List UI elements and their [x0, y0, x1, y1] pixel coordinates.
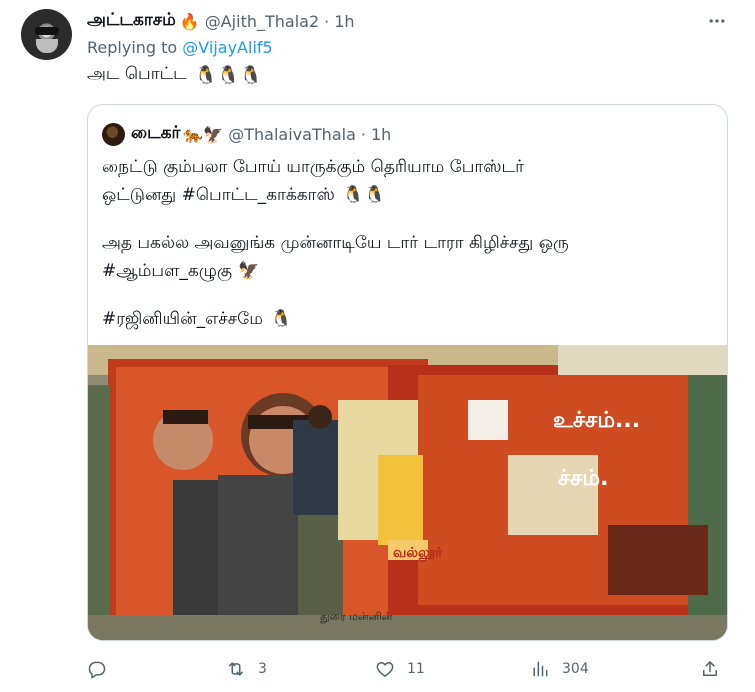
quoted-handle: @ThalaivaThala: [228, 124, 356, 144]
more-options-button[interactable]: [704, 10, 730, 32]
quoted-display-name: டைகர்: [131, 123, 181, 143]
author-handle[interactable]: @Ajith_Thala2: [205, 12, 319, 31]
tweet-actions: 3 11 304: [0, 650, 755, 686]
eagle-emoji: 🦅: [237, 261, 260, 281]
quoted-tweet[interactable]: டைகர் 🐅🦅 @ThalaivaThala · 1h நைட்டு கும்…: [87, 104, 728, 641]
poster-text-4: துரை மன்னின்: [320, 610, 393, 623]
retweet-count: 3: [258, 661, 267, 677]
tweet-text: அட பொட்ட 🐧🐧🐧: [87, 64, 262, 86]
tiger-eagle-emojis: 🐅🦅: [183, 124, 224, 144]
quoted-line: ஒட்டுனது #பொட்ட_காக்காஸ் 🐧🐧: [102, 181, 712, 209]
poster-text-2: ச்சம்.: [558, 466, 608, 491]
tweet-header: அட்டகாசம் 🔥 @Ajith_Thala2 · 1h: [87, 9, 355, 33]
quoted-line: அத பகல்ல அவனுங்க முன்னாடியே டார் டாரா கி…: [102, 229, 712, 257]
tweet-text-content: அட பொட்ட: [87, 64, 187, 84]
separator-dot: ·: [360, 124, 366, 144]
quoted-line-5: #ரஜினியின்_எச்சமே: [102, 309, 263, 329]
quoted-avatar: [102, 122, 125, 146]
quoted-header: டைகர் 🐅🦅 @ThalaivaThala · 1h: [102, 122, 391, 146]
separator-dot: ·: [324, 11, 330, 31]
tweet-time[interactable]: 1h: [334, 12, 354, 31]
heart-icon: [376, 662, 394, 677]
tweet[interactable]: அட்டகாசம் 🔥 @Ajith_Thala2 · 1h Replying …: [0, 0, 755, 692]
penguin-emojis: 🐧🐧🐧: [194, 64, 262, 86]
author-avatar[interactable]: [21, 9, 72, 60]
retweet-button[interactable]: 3: [226, 657, 267, 681]
quoted-line-2: ஒட்டுனது #பொட்ட_காக்காஸ்: [102, 185, 335, 205]
quoted-line: #ரஜினியின்_எச்சமே 🐧: [102, 305, 712, 333]
replying-to-handle[interactable]: @VijayAlif5: [182, 38, 272, 57]
quoted-media-photo[interactable]: உச்சம்... ச்சம். வல்லூர் துரை மன்னின்: [88, 345, 727, 640]
share-button[interactable]: [700, 657, 720, 681]
share-icon: [703, 661, 717, 676]
reply-icon: [88, 661, 106, 679]
quoted-line: நைட்டு கும்பலா போய் யாருக்கும் தெரியாம ப…: [102, 153, 712, 181]
quoted-line-4: #ஆம்பள_கழுகு: [102, 261, 232, 281]
poster-text-1: உச்சம்...: [553, 408, 640, 433]
penguin-emojis: 🐧🐧: [342, 185, 386, 205]
quoted-line: #ஆம்பள_கழுகு 🦅: [102, 257, 712, 285]
author-display-name[interactable]: அட்டகாசம்: [87, 10, 176, 32]
poster-photo: உச்சம்... ச்சம். வல்லூர் துரை மன்னின்: [88, 345, 727, 640]
quoted-time: 1h: [370, 124, 392, 144]
penguin-emoji: 🐧: [270, 309, 293, 329]
fire-emoji: 🔥: [179, 11, 200, 31]
views-button[interactable]: 304: [530, 657, 589, 681]
quoted-line-1: நைட்டு கும்பலா போய் யாருக்கும் தெரியாம ப…: [102, 157, 524, 177]
like-button[interactable]: 11: [375, 657, 425, 681]
like-count: 11: [407, 661, 425, 677]
poster-text-3: வல்லூர்: [393, 545, 443, 562]
replying-to: Replying to @VijayAlif5: [87, 38, 273, 57]
reply-button[interactable]: [87, 657, 119, 681]
more-horizontal-icon: [709, 19, 725, 23]
replying-prefix: Replying to: [87, 38, 183, 57]
avatar-sunglasses: [35, 27, 59, 35]
views-count: 304: [562, 661, 589, 677]
quoted-line-3: அத பகல்ல அவனுங்க முன்னாடியே டார் டாரா கி…: [102, 233, 569, 253]
retweet-icon: [229, 662, 243, 676]
views-bar-chart-icon: [533, 661, 548, 677]
quoted-text: நைட்டு கும்பலா போய் யாருக்கும் தெரியாம ப…: [102, 153, 712, 333]
avatar-beard: [36, 39, 58, 53]
